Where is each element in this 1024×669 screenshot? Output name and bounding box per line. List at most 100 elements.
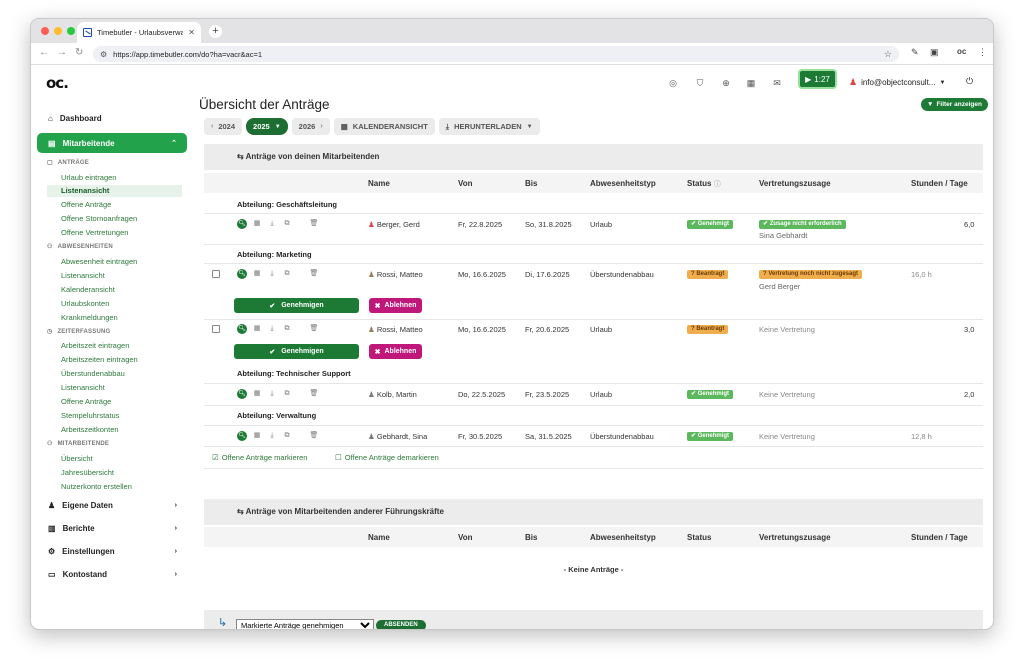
link-urlaub-eintragen[interactable]: Urlaub eintragen	[61, 173, 116, 182]
row-checkbox[interactable]	[212, 270, 220, 278]
col-von[interactable]: Von	[458, 533, 473, 542]
sidebar-item-kontostand[interactable]: ▭ Kontostand ›	[37, 565, 187, 584]
download-icon[interactable]: ⤓	[267, 324, 277, 334]
col-abwesenheitstyp[interactable]: Abwesenheitstyp	[590, 179, 656, 188]
calendar-icon[interactable]: ▦	[745, 77, 757, 89]
link-offene-vertretungen[interactable]: Offene Vertretungen	[61, 228, 128, 237]
shield-icon[interactable]: ⛉	[694, 77, 706, 89]
calendar-icon[interactable]: ▦	[252, 324, 262, 334]
reload-icon[interactable]: ↻	[75, 47, 83, 58]
maximize-window-button[interactable]	[67, 27, 75, 35]
prev-year-button[interactable]: ‹ 2024	[204, 118, 243, 135]
sidebar-item-eigene-daten[interactable]: ♟ Eigene Daten ›	[37, 496, 187, 515]
sidebar-item-dashboard[interactable]: ⌂ Dashboard	[37, 109, 187, 128]
link-listenansicht-abwesenheiten[interactable]: Listenansicht	[61, 271, 105, 280]
link-offene-antraege-zeit[interactable]: Offene Anträge	[61, 397, 111, 406]
link-listenansicht-antraege[interactable]: Listenansicht	[47, 185, 182, 197]
calendar-icon[interactable]: ▦	[252, 389, 262, 399]
browser-menu-icon[interactable]: ⋮	[978, 47, 987, 58]
col-name[interactable]: Name	[368, 533, 390, 542]
pen-extension-icon[interactable]: ✎	[911, 47, 919, 58]
col-stunden-tage[interactable]: Stunden / Tage	[911, 533, 968, 542]
message-icon[interactable]: ✉	[771, 77, 783, 89]
link-uebersicht[interactable]: Übersicht	[61, 454, 93, 463]
download-icon[interactable]: ⤓	[267, 431, 277, 441]
link-arbeitszeiten-eintragen[interactable]: Arbeitszeiten eintragen	[61, 355, 138, 364]
trash-icon[interactable]: 🗑︎	[309, 269, 319, 279]
reject-button[interactable]: ✖ Ablehnen	[369, 344, 422, 359]
sidebar-item-mitarbeitende[interactable]: ▤ Mitarbeitende ⌃	[37, 133, 187, 153]
new-tab-button[interactable]: +	[209, 25, 222, 38]
help-icon[interactable]: ◎	[667, 77, 679, 89]
copy-icon[interactable]: ⧉	[282, 389, 292, 399]
link-jahresuebersicht[interactable]: Jahresübersicht	[61, 468, 114, 477]
minimize-window-button[interactable]	[54, 27, 62, 35]
link-abwesenheit-eintragen[interactable]: Abwesenheit eintragen	[61, 257, 137, 266]
copy-icon[interactable]: ⧉	[282, 324, 292, 334]
timer-button[interactable]: ▶ 1:27	[798, 69, 837, 89]
download-button[interactable]: ⤓ HERUNTERLADEN ▼	[438, 118, 540, 135]
download-icon[interactable]: ⤓	[267, 389, 277, 399]
col-abwesenheitstyp[interactable]: Abwesenheitstyp	[590, 533, 656, 542]
bookmark-star-icon[interactable]: ☆	[884, 49, 892, 60]
col-status[interactable]: Status ⓘ	[687, 179, 721, 189]
link-arbeitszeit-eintragen[interactable]: Arbeitszeit eintragen	[61, 341, 129, 350]
copy-icon[interactable]: ⧉	[282, 219, 292, 229]
link-ueberstundenabbau[interactable]: Überstundenabbau	[61, 369, 125, 378]
col-von[interactable]: Von	[458, 179, 473, 188]
view-icon[interactable]: 🔍︎	[237, 324, 247, 334]
calendar-icon[interactable]: ▦	[252, 269, 262, 279]
trash-icon[interactable]: 🗑︎	[309, 389, 319, 399]
download-icon[interactable]: ⤓	[267, 269, 277, 279]
download-icon[interactable]: ⤓	[267, 219, 277, 229]
link-offene-antraege[interactable]: Offene Anträge	[61, 200, 111, 209]
extensions-icon[interactable]: ▣	[930, 47, 939, 58]
approve-button[interactable]: ✔ Genehmigen	[234, 344, 359, 359]
view-icon[interactable]: 🔍︎	[237, 219, 247, 229]
site-settings-icon[interactable]: ⚙	[100, 50, 107, 59]
close-window-button[interactable]	[41, 27, 49, 35]
filter-button[interactable]: ▼ Filter anzeigen	[921, 98, 988, 111]
sidebar-item-einstellungen[interactable]: ⚙ Einstellungen ›	[37, 542, 187, 561]
col-bis[interactable]: Bis	[525, 533, 537, 542]
link-stempeluhrstatus[interactable]: Stempeluhrstatus	[61, 411, 119, 420]
calendar-view-button[interactable]: ▦ KALENDERANSICHT	[333, 118, 435, 135]
link-kalenderansicht[interactable]: Kalenderansicht	[61, 285, 115, 294]
view-icon[interactable]: 🔍︎	[237, 389, 247, 399]
col-stunden-tage[interactable]: Stunden / Tage	[911, 179, 968, 188]
link-listenansicht-zeiterfassung[interactable]: Listenansicht	[61, 383, 105, 392]
link-krankmeldungen[interactable]: Krankmeldungen	[61, 313, 118, 322]
mark-open-link[interactable]: ☑ Offene Anträge markieren	[212, 453, 307, 462]
view-icon[interactable]: 🔍︎	[237, 431, 247, 441]
app-logo[interactable]: oc.	[46, 74, 69, 92]
col-name[interactable]: Name	[368, 179, 390, 188]
approve-button[interactable]: ✔ Genehmigen	[234, 298, 359, 313]
current-year-dropdown[interactable]: 2025 ▼	[246, 118, 288, 135]
profile-extension-icon[interactable]: oc	[957, 47, 966, 56]
copy-icon[interactable]: ⧉	[282, 269, 292, 279]
globe-icon[interactable]: ⊕	[720, 77, 732, 89]
submit-button[interactable]: ABSENDEN	[376, 620, 426, 629]
reject-button[interactable]: ✖ Ablehnen	[369, 298, 422, 313]
url-text[interactable]: https://app.timebutler.com/do?ha=vacr&ac…	[113, 50, 878, 59]
back-icon[interactable]: ←	[39, 47, 49, 58]
logout-power-icon[interactable]: ⏻	[966, 76, 973, 87]
sidebar-item-berichte[interactable]: ▥ Berichte ›	[37, 519, 187, 538]
link-arbeitszeitkonten[interactable]: Arbeitszeitkonten	[61, 425, 119, 434]
copy-icon[interactable]: ⧉	[282, 431, 292, 441]
row-checkbox[interactable]	[212, 325, 220, 333]
view-icon[interactable]: 🔍︎	[237, 269, 247, 279]
forward-icon[interactable]: →	[57, 47, 67, 58]
col-vertretungszusage[interactable]: Vertretungszusage	[759, 179, 831, 188]
bulk-action-select[interactable]: Markierte Anträge genehmigen	[236, 619, 374, 629]
unmark-open-link[interactable]: ☐ Offene Anträge demarkieren	[335, 453, 439, 462]
next-year-button[interactable]: 2026 ›	[291, 118, 330, 135]
user-menu[interactable]: ♟ info@objectconsult... ▼	[849, 77, 945, 88]
link-offene-stornoanfragen[interactable]: Offene Stornoanfragen	[61, 214, 137, 223]
col-vertretungszusage[interactable]: Vertretungszusage	[759, 533, 831, 542]
trash-icon[interactable]: 🗑︎	[309, 431, 319, 441]
link-urlaubskonten[interactable]: Urlaubskonten	[61, 299, 109, 308]
trash-icon[interactable]: 🗑︎	[309, 324, 319, 334]
col-status[interactable]: Status	[687, 533, 711, 542]
calendar-icon[interactable]: ▦	[252, 219, 262, 229]
